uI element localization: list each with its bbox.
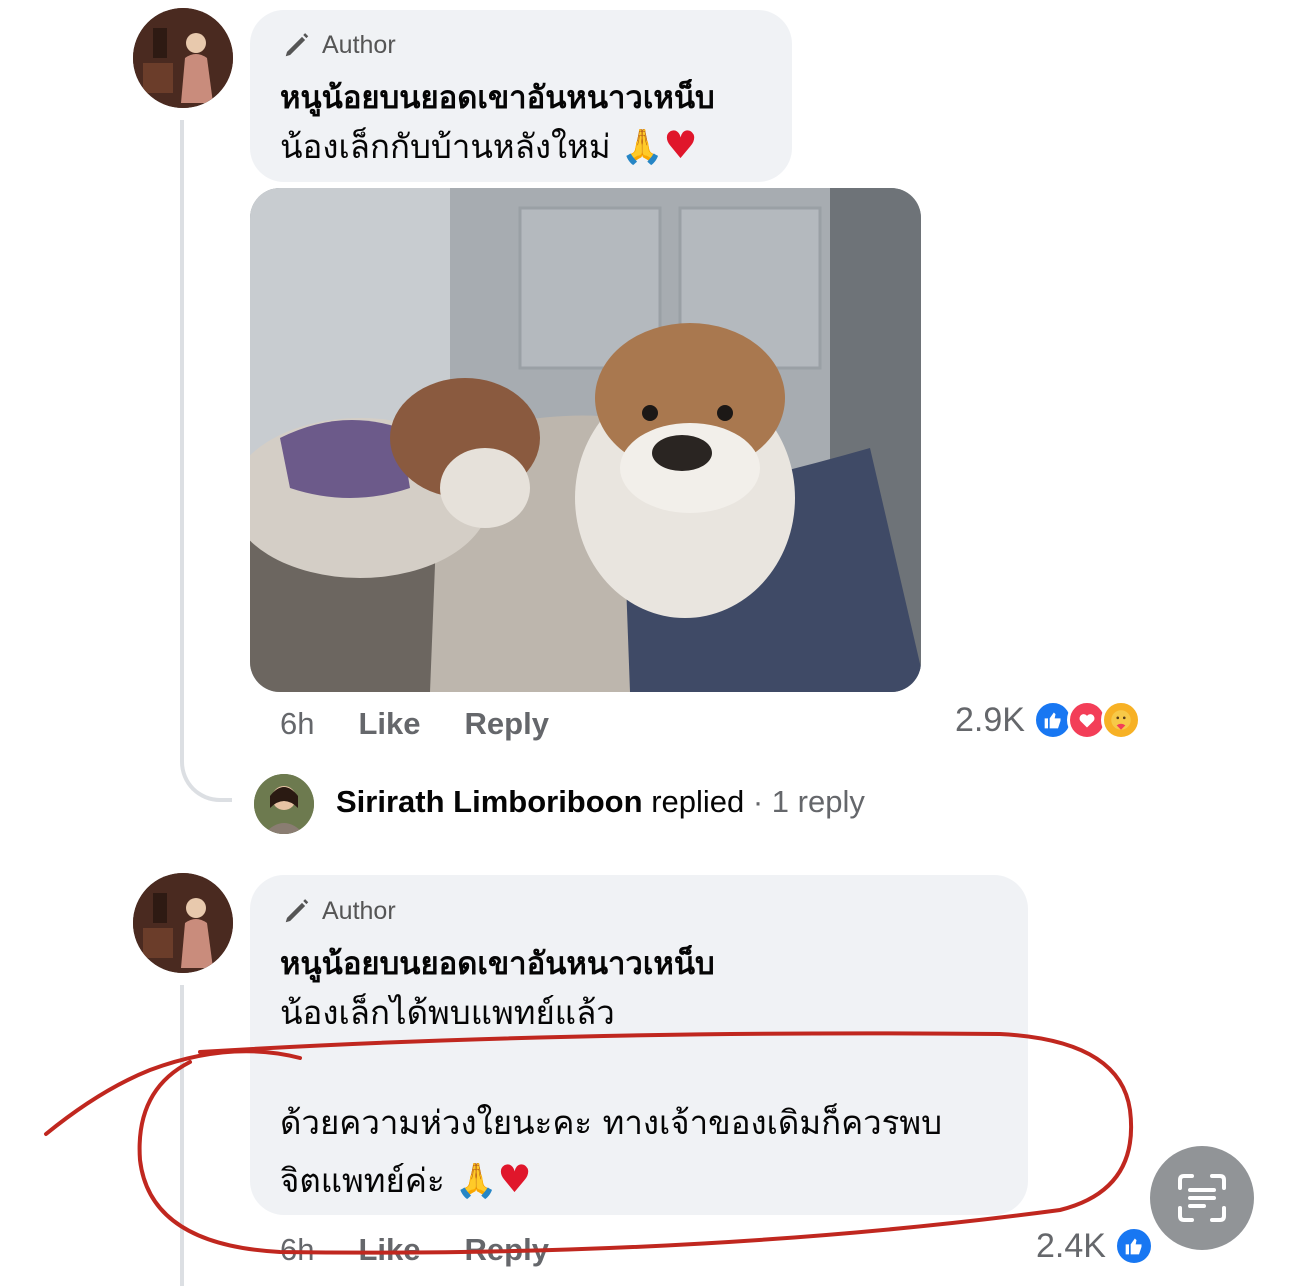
reply-button[interactable]: Reply <box>465 706 549 742</box>
thread-curve <box>180 740 232 802</box>
scan-text-button[interactable] <box>1150 1146 1254 1250</box>
author-badge: Author <box>282 30 396 60</box>
comment-line: ด้วยความห่วงใยนะคะ ทางเจ้าของเดิมก็ควรพบ <box>280 1103 943 1142</box>
comment-photo[interactable] <box>250 188 921 692</box>
author-avatar[interactable] <box>133 8 233 108</box>
pray-emoji: 🙏 <box>455 1161 498 1201</box>
comment-time: 6h <box>280 1232 315 1267</box>
author-label: Author <box>322 896 396 925</box>
pray-emoji: 🙏 <box>621 127 664 167</box>
reply-count: · 1 reply <box>752 784 865 819</box>
pencil-icon <box>285 899 309 923</box>
heart-emoji: ♥ <box>663 123 698 167</box>
like-button[interactable]: Like <box>358 706 420 742</box>
reactions-count: 2.4K <box>1036 1226 1106 1265</box>
comment-actions: 6h Like Reply <box>280 1232 549 1268</box>
author-badge: Author <box>282 896 396 926</box>
care-icon <box>1100 700 1141 740</box>
reply-button[interactable]: Reply <box>465 1232 549 1268</box>
comment-text: น้องเล็กกับบ้านหลังใหม่ 🙏♥ <box>280 118 698 174</box>
like-icon <box>1113 1226 1154 1266</box>
reactions-summary[interactable]: 2.4K <box>1036 1226 1154 1266</box>
scan-text-icon <box>1178 1174 1226 1222</box>
commenter-name[interactable]: หนูน้อยบนยอดเขาอันหนาวเหน็บ <box>280 72 715 122</box>
comment-text: จิตแพทย์ค่ะ 🙏♥ <box>280 1152 532 1208</box>
comment-actions: 6h Like Reply <box>280 706 549 742</box>
replied-label: replied <box>651 784 745 819</box>
author-avatar[interactable] <box>133 873 233 973</box>
like-button[interactable]: Like <box>358 1232 420 1268</box>
comment-line: น้องเล็กได้พบแพทย์แล้ว <box>280 993 615 1032</box>
heart-emoji: ♥ <box>497 1157 532 1201</box>
thread-line <box>180 985 184 1286</box>
commenter-name[interactable]: หนูน้อยบนยอดเขาอันหนาวเหน็บ <box>280 938 715 988</box>
comment-time: 6h <box>280 706 315 741</box>
pencil-icon <box>285 33 309 57</box>
comment-line: จิตแพทย์ค่ะ <box>280 1161 445 1200</box>
replier-avatar[interactable] <box>254 774 314 834</box>
reactions-summary[interactable]: 2.9K <box>955 700 1141 740</box>
author-label: Author <box>322 30 396 59</box>
replier-name: Sirirath Limboriboon <box>336 784 643 819</box>
thread-line <box>180 120 184 760</box>
comment-line: น้องเล็กกับบ้านหลังใหม่ <box>280 127 611 166</box>
reactions-count: 2.9K <box>955 700 1025 739</box>
replies-summary[interactable]: Sirirath Limboriboon replied · 1 reply <box>336 784 865 820</box>
